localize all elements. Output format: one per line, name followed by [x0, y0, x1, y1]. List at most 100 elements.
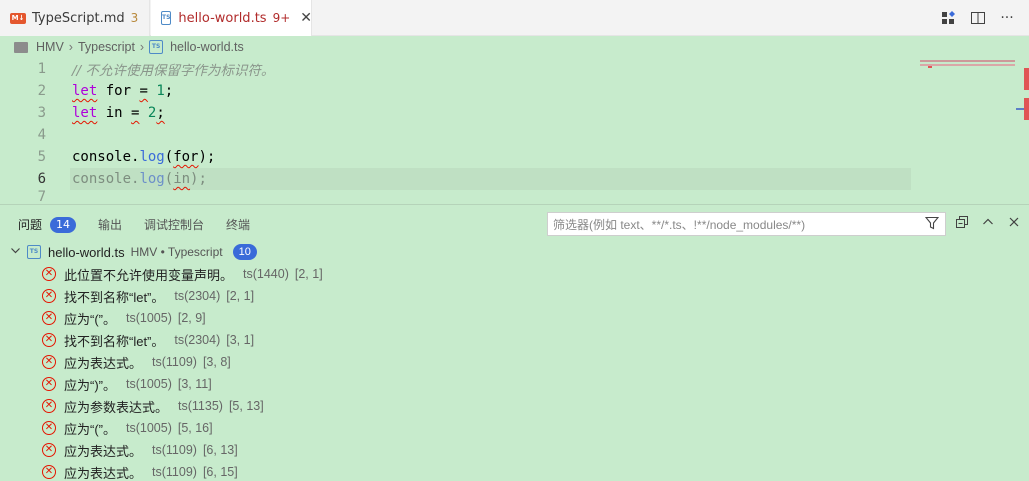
- filter-icon[interactable]: [924, 216, 940, 233]
- problems-file-group[interactable]: TS hello-world.ts HMV • Typescript 10: [10, 241, 257, 263]
- problem-position: [3, 8]: [202, 355, 231, 369]
- problem-code: ts(1440): [243, 267, 289, 281]
- tab-label: 终端: [226, 218, 251, 232]
- line-number: 2: [37, 83, 46, 99]
- breadcrumb: HMV › Typescript › TS hello-world.ts: [0, 36, 1029, 58]
- problem-message: 应为“)”。: [64, 377, 116, 393]
- problem-code: ts(1005): [126, 377, 172, 391]
- typescript-file-icon: TS: [149, 40, 164, 54]
- code-line: 1 // 不允许使用保留字作为标识符。: [0, 58, 1029, 80]
- problem-message: 应为“(”。: [64, 311, 116, 327]
- problem-code: ts(1135): [178, 399, 223, 413]
- file-path: HMV • Typescript: [130, 245, 223, 259]
- close-panel-icon[interactable]: [1007, 214, 1021, 230]
- tab-label: TypeScript.md: [32, 10, 125, 26]
- chevron-up-icon[interactable]: [981, 214, 995, 230]
- filter-placeholder: 筛选器(例如 text、**/*.ts、!**/node_modules/**): [553, 217, 806, 232]
- chevron-right-icon: ›: [139, 40, 145, 54]
- problem-code: ts(1005): [126, 421, 172, 435]
- code-line-current: 6 console.log(in);: [0, 168, 1029, 190]
- chevron-right-icon: ›: [68, 40, 73, 54]
- tab-label: 调试控制台: [144, 218, 205, 232]
- copilot-layout-icon[interactable]: [941, 10, 957, 26]
- problem-item[interactable]: ✕ 应为参数表达式。 ts(1135) [5, 13]: [42, 395, 264, 417]
- code-line: 2 let for = 1;: [0, 80, 1029, 102]
- problem-position: [5, 13]: [228, 399, 264, 413]
- folder-icon: [14, 41, 28, 53]
- tab-badge: 3: [130, 11, 139, 25]
- problem-code: ts(2304): [174, 289, 221, 303]
- tab-terminal[interactable]: 终端: [226, 216, 250, 233]
- problem-item[interactable]: ✕ 应为“(”。 ts(1005) [2, 9]: [42, 307, 206, 329]
- code-comment: // 不允许使用保留字作为标识符。: [72, 63, 275, 79]
- code-text: let in = 2;: [72, 105, 165, 121]
- problem-code: ts(1005): [126, 311, 172, 325]
- problem-item[interactable]: ✕ 应为“(”。 ts(1005) [5, 16]: [42, 417, 213, 439]
- problem-item[interactable]: ✕ 应为表达式。 ts(1109) [6, 15]: [42, 461, 238, 481]
- line-number: 4: [37, 127, 46, 143]
- breadcrumb-item-hmv[interactable]: HMV: [36, 40, 64, 54]
- problem-message: 应为表达式。: [64, 443, 143, 459]
- problem-position: [6, 13]: [202, 443, 238, 457]
- close-icon[interactable]: ✕: [300, 10, 312, 26]
- problem-item[interactable]: ✕ 应为表达式。 ts(1109) [6, 13]: [42, 439, 238, 461]
- problem-position: [2, 1]: [294, 267, 323, 281]
- problem-position: [2, 1]: [226, 289, 255, 303]
- minimap[interactable]: [920, 60, 1015, 68]
- problem-position: [5, 16]: [177, 421, 213, 435]
- tab-problems[interactable]: 问题 14: [18, 216, 77, 233]
- problem-item[interactable]: ✕ 找不到名称“let”。 ts(2304) [3, 1]: [42, 329, 254, 351]
- code-editor[interactable]: 1 // 不允许使用保留字作为标识符。 2 let for = 1; 3 let…: [0, 58, 1029, 204]
- breadcrumb-item-file[interactable]: hello-world.ts: [170, 40, 244, 54]
- tab-label: hello-world.ts: [178, 10, 267, 26]
- error-icon: ✕: [42, 289, 56, 303]
- file-problem-count: 10: [232, 244, 257, 260]
- more-actions-icon[interactable]: ···: [999, 10, 1015, 26]
- typescript-file-icon: TS: [27, 245, 41, 259]
- code-line: 5 console.log(for);: [0, 146, 1029, 168]
- error-icon: ✕: [42, 421, 56, 435]
- problem-code: ts(1109): [152, 355, 197, 369]
- problem-item[interactable]: ✕ 此位置不允许使用变量声明。 ts(1440) [2, 1]: [42, 263, 323, 285]
- problem-item[interactable]: ✕ 应为“)”。 ts(1005) [3, 11]: [42, 373, 212, 395]
- problem-position: [3, 11]: [177, 377, 212, 391]
- line-number: 1: [37, 61, 46, 77]
- code-line: 4: [0, 124, 1029, 146]
- problem-item[interactable]: ✕ 找不到名称“let”。 ts(2304) [2, 1]: [42, 285, 254, 307]
- split-editor-icon[interactable]: [970, 10, 986, 26]
- tab-output[interactable]: 输出: [98, 216, 122, 233]
- problem-message: 此位置不允许使用变量声明。: [64, 267, 234, 283]
- breadcrumb-item-typescript[interactable]: Typescript: [78, 40, 135, 54]
- tab-label: 问题: [18, 218, 43, 232]
- editor-tab-bar: M↓ TypeScript.md 3 TS hello-world.ts 9+ …: [0, 0, 1029, 36]
- tab-hello-world-ts[interactable]: TS hello-world.ts 9+ ✕: [151, 0, 312, 36]
- tab-label: 输出: [98, 218, 123, 232]
- tab-typescript-md[interactable]: M↓ TypeScript.md 3: [0, 0, 150, 36]
- collapse-all-icon[interactable]: [955, 214, 969, 230]
- error-icon: ✕: [42, 355, 56, 369]
- editor-actions: ···: [941, 10, 1015, 26]
- problem-code: ts(1109): [152, 465, 197, 479]
- problem-message: 找不到名称“let”。: [64, 289, 165, 305]
- chevron-down-icon: [10, 245, 21, 259]
- code-line: 7: [0, 190, 1029, 204]
- problem-item[interactable]: ✕ 应为表达式。 ts(1109) [3, 8]: [42, 351, 231, 373]
- problem-position: [2, 9]: [177, 311, 206, 325]
- problem-code: ts(1109): [152, 443, 197, 457]
- error-icon: ✕: [42, 399, 56, 413]
- code-line: 3 let in = 2;: [0, 102, 1029, 124]
- problem-code: ts(2304): [174, 333, 221, 347]
- panel-tabs: 问题 14 输出 调试控制台 终端: [18, 216, 272, 233]
- problem-message: 应为参数表达式。: [64, 399, 169, 415]
- error-icon: ✕: [42, 267, 56, 281]
- line-number: 7: [37, 190, 46, 204]
- problems-filter-input[interactable]: 筛选器(例如 text、**/*.ts、!**/node_modules/**): [547, 212, 946, 236]
- markdown-icon: M↓: [10, 12, 26, 24]
- typescript-file-icon: TS: [161, 11, 172, 25]
- problems-count-badge: 14: [50, 216, 77, 233]
- error-icon: ✕: [42, 333, 56, 347]
- problem-position: [3, 1]: [226, 333, 255, 347]
- tab-debug-console[interactable]: 调试控制台: [144, 216, 204, 233]
- code-text: console.log(for);: [72, 149, 216, 165]
- line-number: 6: [37, 171, 46, 187]
